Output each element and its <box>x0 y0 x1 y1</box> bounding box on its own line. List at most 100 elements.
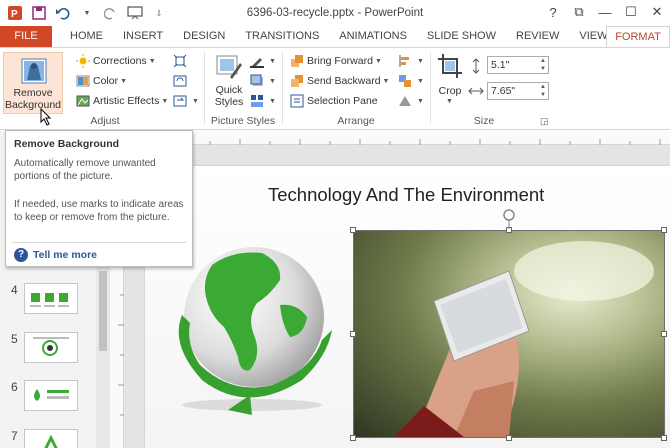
compress-pictures-button[interactable] <box>173 54 190 68</box>
thumbnail-row[interactable]: 5 <box>0 332 96 372</box>
tab-design[interactable]: DESIGN <box>173 26 235 47</box>
resize-handle[interactable] <box>661 331 667 337</box>
align-button[interactable]: ▼ <box>398 54 424 68</box>
thumbnail-row[interactable]: 7 <box>0 429 96 448</box>
rotate-handle-icon[interactable] <box>502 209 516 229</box>
slide-number: 7 <box>11 429 18 443</box>
change-picture-button[interactable] <box>173 74 190 88</box>
resize-handle[interactable] <box>506 435 512 441</box>
resize-handle[interactable] <box>661 227 667 233</box>
resize-handle[interactable] <box>350 435 356 441</box>
minimize-button[interactable]: — <box>592 0 618 24</box>
picture-border-icon <box>250 54 264 68</box>
spinner-arrows-icon[interactable]: ▲ ▼ <box>540 83 546 99</box>
resize-handle[interactable] <box>350 331 356 337</box>
slide-thumbnail[interactable] <box>24 380 78 411</box>
corrections-icon <box>76 54 90 68</box>
remove-background-tooltip: Remove Background Automatically remove u… <box>5 130 193 267</box>
bring-forward-button[interactable]: Bring Forward ▼ <box>290 54 382 68</box>
remove-background-button[interactable]: Remove Background <box>3 52 63 114</box>
compress-pictures-icon <box>173 54 187 68</box>
thumbnail-row[interactable]: 4 <box>0 283 96 323</box>
close-button[interactable]: ✕ <box>644 0 670 24</box>
dropdown-arrow-icon: ▼ <box>446 98 453 105</box>
slide-number: 6 <box>11 380 18 394</box>
slide-title[interactable]: Technology And The Environment <box>268 184 544 206</box>
send-backward-button[interactable]: Send Backward ▼ <box>290 74 389 88</box>
group-objects-icon <box>398 74 412 88</box>
size-group-label: Size <box>473 115 495 127</box>
tab-home[interactable]: HOME <box>60 26 113 47</box>
thumbnail-row[interactable]: 6 <box>0 380 96 420</box>
artistic-effects-label: Artistic Effects <box>93 95 160 107</box>
picture-styles-group-label: Picture Styles <box>210 115 276 127</box>
quick-styles-icon <box>216 55 242 79</box>
send-backward-label: Send Backward <box>307 75 381 87</box>
ribbon-display-icon[interactable]: ⧉ <box>566 0 592 24</box>
slide-thumbnail[interactable] <box>24 429 78 448</box>
slide-number: 4 <box>11 283 18 297</box>
rotate-button[interactable]: ▼ <box>398 94 424 108</box>
resize-handle[interactable] <box>350 227 356 233</box>
tab-transitions[interactable]: TRANSITIONS <box>235 26 329 47</box>
color-label: Color <box>93 75 119 87</box>
corrections-button[interactable]: Corrections ▼ <box>76 54 156 68</box>
dropdown-arrow-icon: ▼ <box>148 57 156 65</box>
slide-thumbnail[interactable] <box>24 283 78 314</box>
spinner-arrows-icon[interactable]: ▲ ▼ <box>540 57 546 73</box>
group-divider <box>282 52 283 124</box>
dropdown-arrow-icon: ▼ <box>417 97 424 105</box>
tab-review[interactable]: REVIEW <box>506 26 569 47</box>
shape-width-input[interactable]: 7.65" ▲ ▼ <box>487 82 549 100</box>
remove-background-label: Remove Background <box>4 87 62 111</box>
green-globe-image[interactable] <box>162 245 342 415</box>
tooltip-description: Automatically remove unwanted portions o… <box>14 158 156 182</box>
dropdown-arrow-icon: ▼ <box>417 57 424 65</box>
picture-layout-icon <box>250 94 264 108</box>
group-divider <box>430 52 431 124</box>
picture-layout-button[interactable]: ▼ <box>250 94 276 108</box>
scrollbar-thumb[interactable] <box>99 271 107 351</box>
tab-slide-show[interactable]: SLIDE SHOW <box>417 26 506 47</box>
tell-me-more-link[interactable]: ? Tell me more <box>14 248 97 262</box>
resize-handle[interactable] <box>661 435 667 441</box>
tooltip-divider <box>12 242 186 243</box>
corrections-label: Corrections <box>93 55 147 67</box>
tab-file[interactable]: FILE <box>0 26 52 47</box>
remove-background-icon <box>21 58 47 84</box>
picture-selection-frame[interactable] <box>353 230 665 438</box>
picture-effects-button[interactable]: ▼ <box>250 74 276 88</box>
reset-picture-button[interactable]: ▼ <box>173 94 199 108</box>
group-objects-button[interactable]: ▼ <box>398 74 424 88</box>
dropdown-arrow-icon: ▼ <box>382 77 390 85</box>
slide-number: 5 <box>11 332 18 346</box>
tab-format[interactable]: FORMAT <box>606 26 670 47</box>
dropdown-arrow-icon: ▼ <box>269 57 276 65</box>
maximize-button[interactable]: ☐ <box>618 0 644 24</box>
picture-border-button[interactable]: ▼ <box>250 54 276 68</box>
picture-effects-icon <box>250 74 264 88</box>
quick-styles-button[interactable]: Quick Styles <box>211 53 245 115</box>
tab-insert[interactable]: INSERT <box>113 26 173 47</box>
help-icon[interactable]: ? <box>540 0 566 24</box>
height-icon <box>468 58 484 74</box>
selection-pane-button[interactable]: Selection Pane <box>290 94 378 108</box>
color-icon <box>76 74 90 88</box>
dropdown-arrow-icon: ▼ <box>269 77 276 85</box>
arrange-group-label: Arrange <box>337 115 375 127</box>
shape-height-input[interactable]: 5.1" ▲ ▼ <box>487 56 549 74</box>
artistic-effects-button[interactable]: Artistic Effects ▼ <box>76 94 168 108</box>
slide-thumbnail[interactable] <box>24 332 78 363</box>
color-button[interactable]: Color ▼ <box>76 74 127 88</box>
horizontal-ruler <box>110 131 670 145</box>
shape-width-value: 7.65" <box>491 85 516 97</box>
rotate-icon <box>398 94 412 108</box>
size-dialog-launcher-icon[interactable]: ◲ <box>540 116 549 127</box>
shape-height-value: 5.1" <box>491 59 510 71</box>
align-icon <box>398 54 412 68</box>
tab-animations[interactable]: ANIMATIONS <box>329 26 417 47</box>
window-controls: ? ⧉ — ☐ ✕ <box>540 0 670 24</box>
crop-button[interactable]: Crop ▼ <box>436 53 464 115</box>
reset-picture-icon <box>173 94 187 108</box>
mouse-pointer-icon <box>40 108 52 126</box>
